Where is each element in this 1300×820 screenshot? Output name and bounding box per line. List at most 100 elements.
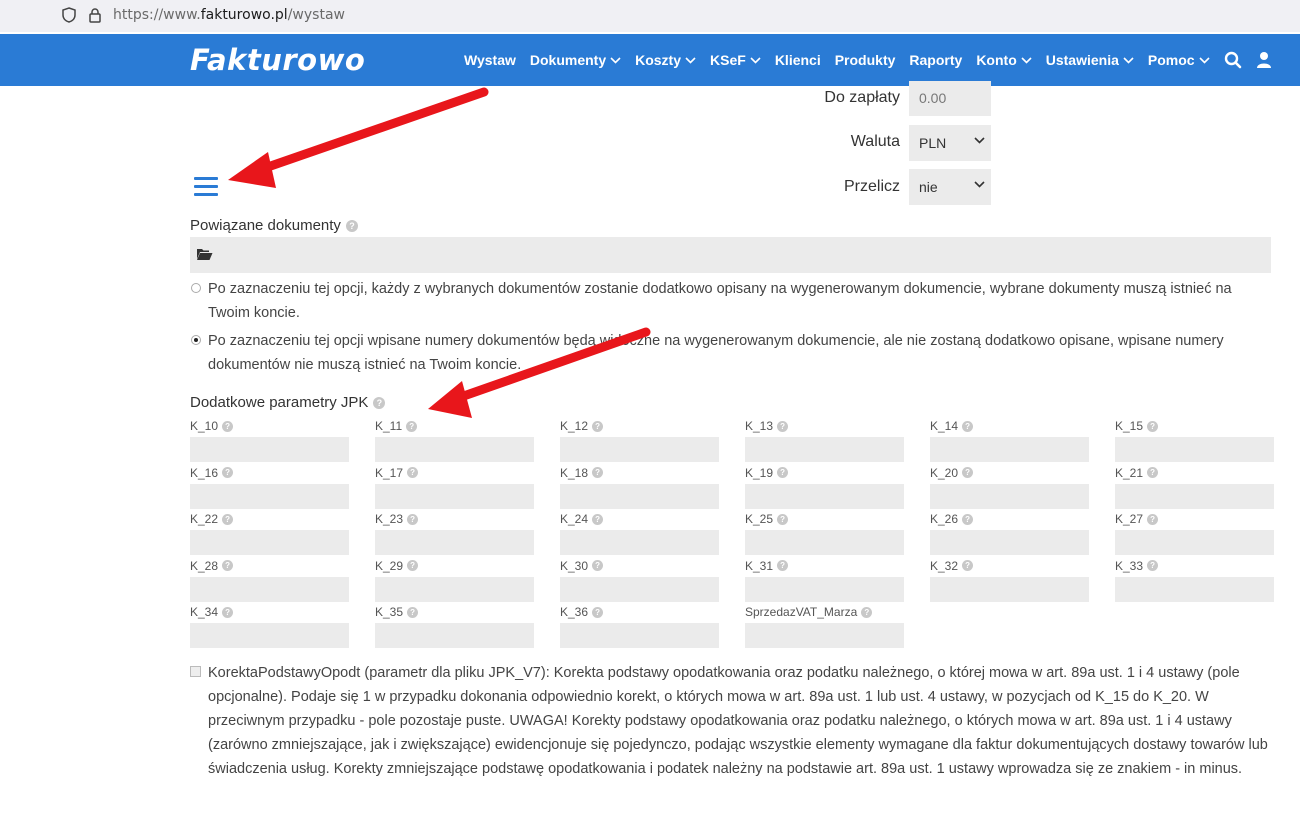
jpk-input-k_20[interactable] [930, 483, 1089, 509]
korekta-checkbox[interactable] [190, 666, 201, 677]
nav-item-produkty[interactable]: Produkty [835, 52, 896, 68]
chevron-down-icon [974, 181, 985, 188]
jpk-input-k_34[interactable] [190, 623, 349, 648]
help-icon[interactable]: ? [373, 396, 386, 409]
jpk-input-k_35[interactable] [375, 623, 534, 648]
jpk-input-k_22[interactable] [190, 530, 349, 555]
jpk-label-k_16: K_16? [190, 466, 234, 480]
jpk-label-k_23: K_23? [375, 512, 419, 526]
help-icon[interactable]: ? [592, 560, 604, 571]
jpk-label-k_15: K_15? [1115, 419, 1159, 433]
main-navbar: Fakturowo Wystaw Dokumenty Koszty KSeF Klien… [0, 34, 1300, 86]
help-icon[interactable]: ? [777, 420, 789, 432]
logo[interactable]: Fakturowo [190, 43, 365, 77]
help-icon[interactable]: ? [777, 513, 789, 525]
jpk-input-k_12[interactable] [560, 437, 719, 462]
jpk-field-label: K_30 [560, 558, 589, 573]
jpk-input-k_33[interactable] [1115, 576, 1274, 602]
help-icon[interactable]: ? [962, 560, 974, 571]
jpk-label-k_30: K_30? [560, 558, 604, 573]
jpk-label-k_13: K_13? [745, 419, 789, 433]
help-icon[interactable]: ? [345, 219, 358, 232]
jpk-input-k_13[interactable] [745, 437, 904, 462]
jpk-input-k_30[interactable] [560, 576, 719, 602]
nav-item-dokumenty[interactable]: Dokumenty [530, 52, 621, 68]
related-docs-label: Powiązane dokumenty [190, 217, 341, 234]
help-icon[interactable]: ? [1147, 467, 1159, 478]
jpk-input-k_36[interactable] [560, 623, 719, 648]
nav-item-konto[interactable]: Konto [976, 52, 1032, 68]
jpk-input-k_31[interactable] [745, 576, 904, 602]
jpk-input-k_27[interactable] [1115, 530, 1274, 555]
jpk-label-k_12: K_12? [560, 419, 604, 433]
help-icon[interactable]: ? [1147, 560, 1159, 571]
przelicz-label: Przelicz [843, 178, 900, 195]
help-icon[interactable]: ? [407, 560, 419, 571]
jpk-input-k_16[interactable] [190, 483, 349, 509]
jpk-input-k_11[interactable] [375, 437, 534, 462]
jpk-input-k_23[interactable] [375, 530, 534, 555]
jpk-input-k_10[interactable] [190, 437, 349, 462]
help-icon[interactable]: ? [222, 420, 234, 432]
jpk-input-k_15[interactable] [1115, 437, 1274, 462]
help-icon[interactable]: ? [222, 560, 234, 571]
jpk-input-sprzedazvat_marza[interactable] [745, 623, 904, 648]
jpk-input-k_17[interactable] [375, 483, 534, 509]
hamburger-menu-icon[interactable] [194, 177, 218, 197]
przelicz-select[interactable]: nie [909, 169, 991, 205]
url-path: /wystaw [287, 7, 345, 23]
help-icon[interactable]: ? [777, 560, 789, 571]
related-option-1-radio[interactable] [191, 283, 201, 293]
jpk-field-label: SprzedazVAT_Marza [745, 605, 858, 619]
nav-item-koszty[interactable]: Koszty [635, 52, 696, 68]
browser-url-bar[interactable]: https://www.fakturowo.pl/wystaw [0, 0, 1300, 32]
help-icon[interactable]: ? [592, 606, 604, 618]
lock-icon [89, 8, 101, 23]
jpk-input-k_19[interactable] [745, 483, 904, 509]
help-icon[interactable]: ? [222, 513, 234, 525]
nav-item-ustawienia[interactable]: Ustawienia [1046, 52, 1134, 68]
help-icon[interactable]: ? [592, 513, 604, 525]
jpk-input-k_28[interactable] [190, 576, 349, 602]
help-icon[interactable]: ? [1147, 513, 1159, 525]
nav-item-wystaw[interactable]: Wystaw [464, 52, 516, 68]
help-icon[interactable]: ? [962, 420, 974, 432]
jpk-field-label: K_11 [375, 419, 403, 433]
related-docs-input[interactable] [190, 237, 1271, 273]
help-icon[interactable]: ? [406, 420, 418, 432]
jpk-label-k_33: K_33? [1115, 559, 1159, 573]
help-icon[interactable]: ? [222, 467, 234, 478]
jpk-input-k_26[interactable] [930, 530, 1089, 555]
help-icon[interactable]: ? [962, 513, 974, 525]
waluta-select[interactable]: PLN [909, 125, 991, 161]
nav-item-klienci[interactable]: Klienci [775, 52, 821, 68]
help-icon[interactable]: ? [222, 606, 234, 618]
jpk-field-label: K_28 [190, 558, 219, 573]
user-icon[interactable] [1256, 51, 1272, 69]
jpk-input-k_29[interactable] [375, 576, 534, 602]
jpk-input-k_24[interactable] [560, 530, 719, 555]
related-option-2-radio[interactable] [191, 335, 201, 345]
nav-item-pomoc[interactable]: Pomoc [1148, 52, 1210, 68]
jpk-input-k_18[interactable] [560, 483, 719, 509]
jpk-input-k_14[interactable] [930, 437, 1089, 462]
help-icon[interactable]: ? [407, 606, 419, 618]
help-icon[interactable]: ? [407, 513, 419, 525]
search-icon[interactable] [1224, 51, 1242, 69]
folder-open-icon[interactable] [196, 247, 213, 261]
help-icon[interactable]: ? [592, 420, 604, 432]
help-icon[interactable]: ? [777, 467, 789, 478]
help-icon[interactable]: ? [962, 467, 974, 478]
help-icon[interactable]: ? [592, 467, 604, 478]
url-text[interactable]: https://www.fakturowo.pl/wystaw [113, 7, 345, 23]
jpk-field-label: K_21 [1115, 465, 1144, 480]
jpk-input-k_25[interactable] [745, 530, 904, 555]
help-icon[interactable]: ? [1147, 420, 1159, 432]
nav-item-raporty[interactable]: Raporty [909, 52, 962, 68]
help-icon[interactable]: ? [861, 606, 873, 618]
help-icon[interactable]: ? [407, 467, 419, 478]
jpk-field-label: K_23 [375, 512, 404, 526]
jpk-input-k_21[interactable] [1115, 483, 1274, 509]
jpk-input-k_32[interactable] [930, 576, 1089, 602]
nav-item-ksef[interactable]: KSeF [710, 52, 761, 68]
